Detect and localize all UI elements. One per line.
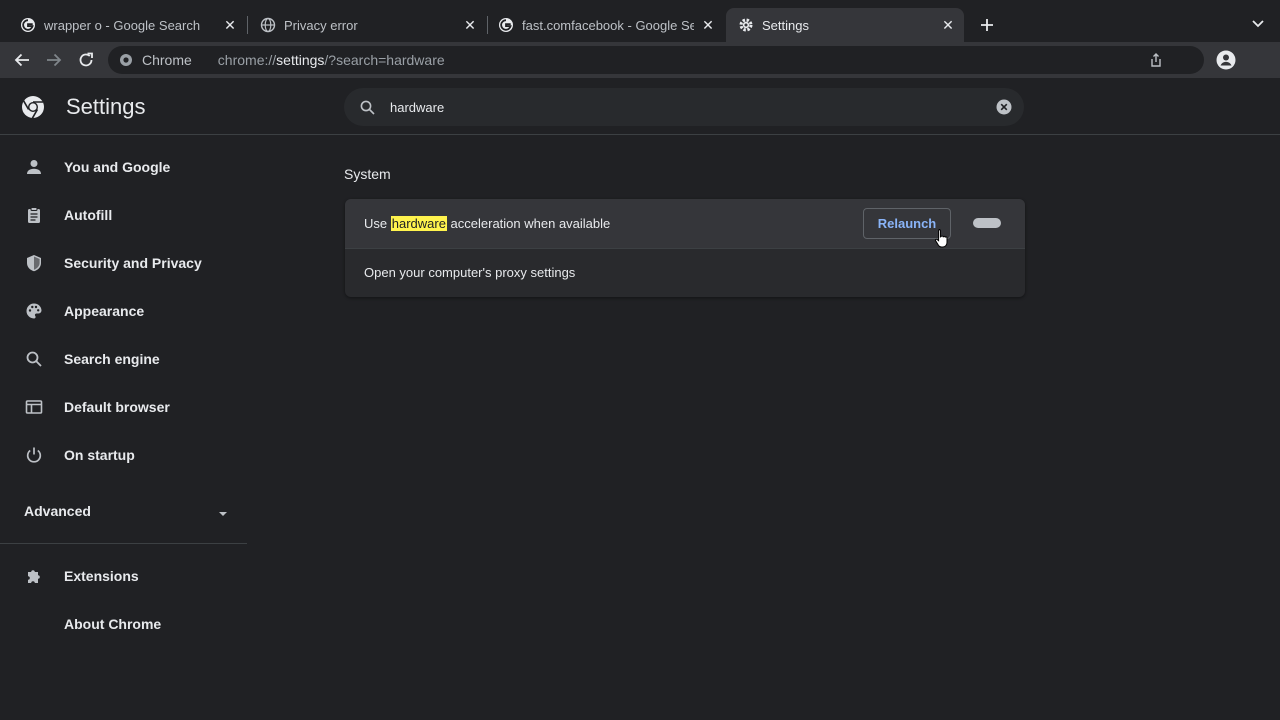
plus-icon <box>981 19 993 31</box>
sidebar-item-label: Search engine <box>64 351 160 367</box>
tab-strip: wrapper o - Google Search ✕ Privacy erro… <box>0 0 1280 44</box>
sidebar-item-about-chrome[interactable]: About Chrome <box>0 604 248 644</box>
url-text[interactable]: chrome://settings/?search=hardware <box>218 52 445 68</box>
sidebar-item-label: About Chrome <box>64 616 162 632</box>
browser-window-icon <box>24 397 44 417</box>
share-icon <box>1151 53 1161 67</box>
sidebar-item-extensions[interactable]: Extensions <box>0 556 248 596</box>
hardware-acceleration-row[interactable]: Use hardware acceleration when available… <box>345 199 1025 248</box>
toggle-track <box>973 218 1001 228</box>
arrow-right-icon <box>47 53 62 67</box>
sidebar-item-default-browser[interactable]: Default browser <box>0 387 248 427</box>
close-icon[interactable]: ✕ <box>222 17 238 33</box>
clipboard-icon <box>24 205 44 225</box>
google-g-icon <box>20 17 36 33</box>
search-highlight: hardware <box>390 216 447 231</box>
close-icon[interactable]: ✕ <box>940 17 956 33</box>
sidebar-item-appearance[interactable]: Appearance <box>0 291 248 331</box>
sidebar-item-label: Default browser <box>64 399 170 415</box>
sidebar-item-label: You and Google <box>64 159 171 175</box>
about-chrome-icon-slot <box>24 614 44 634</box>
browser-toolbar: Chrome chrome://settings/?search=hardwar… <box>0 42 1280 78</box>
page-title: Settings <box>66 94 146 119</box>
tab-title: wrapper o - Google Search <box>44 17 201 33</box>
settings-header: Settings <box>0 78 1280 135</box>
arrow-left-icon <box>14 53 29 67</box>
google-g-icon <box>498 17 514 33</box>
address-bar[interactable]: Chrome chrome://settings/?search=hardwar… <box>108 46 1204 74</box>
sidebar-item-label: Extensions <box>64 568 139 584</box>
share-button[interactable] <box>1148 52 1164 68</box>
tab-title: Privacy error <box>284 17 358 33</box>
close-icon[interactable]: ✕ <box>462 17 478 33</box>
settings-search[interactable] <box>344 88 1024 126</box>
puzzle-icon <box>24 566 44 586</box>
section-title-system: System <box>344 166 391 182</box>
tab-fast-facebook-search[interactable]: fast.comfacebook - Google Se ✕ <box>486 8 724 42</box>
palette-icon <box>24 301 44 321</box>
tab-title: Settings <box>762 17 809 33</box>
sidebar-advanced-toggle[interactable]: Advanced <box>0 491 248 531</box>
tab-search-button[interactable] <box>1246 12 1270 36</box>
gear-icon <box>738 17 754 33</box>
tab-privacy-error[interactable]: Privacy error ✕ <box>248 8 486 42</box>
person-icon <box>24 157 44 177</box>
hardware-acceleration-label: Use hardware acceleration when available <box>364 216 611 231</box>
sidebar-item-label: Autofill <box>64 207 113 223</box>
caret-down-icon <box>218 506 228 516</box>
sidebar-item-label: Security and Privacy <box>64 255 202 271</box>
sidebar-item-security-and-privacy[interactable]: Security and Privacy <box>0 243 248 283</box>
sidebar-item-autofill[interactable]: Autofill <box>0 195 248 235</box>
back-button[interactable] <box>10 48 34 72</box>
clear-search-icon[interactable] <box>996 99 1012 115</box>
proxy-settings-row[interactable]: Open your computer's proxy settings <box>345 248 1025 297</box>
new-tab-button[interactable] <box>974 12 1000 38</box>
sidebar-item-on-startup[interactable]: On startup <box>0 435 248 475</box>
system-settings-card: Use hardware acceleration when available… <box>345 199 1025 297</box>
sidebar-item-label: Advanced <box>24 503 91 519</box>
chrome-logo-icon <box>21 95 45 119</box>
tab-title: fast.comfacebook - Google Se <box>522 17 694 33</box>
tab-settings[interactable]: Settings ✕ <box>726 8 964 42</box>
relaunch-button[interactable]: Relaunch <box>863 208 951 239</box>
tab-wrapper-search[interactable]: wrapper o - Google Search ✕ <box>8 8 246 42</box>
sidebar-item-you-and-google[interactable]: You and Google <box>0 147 248 187</box>
search-icon <box>358 98 376 116</box>
settings-sidebar: You and Google Autofill Security and Pri… <box>0 136 248 720</box>
avatar-icon <box>1216 50 1236 70</box>
search-input[interactable] <box>390 99 970 115</box>
shield-icon <box>24 253 44 273</box>
reload-icon <box>79 52 93 67</box>
chrome-site-icon <box>118 52 134 68</box>
forward-button[interactable] <box>42 48 66 72</box>
hardware-acceleration-toggle[interactable] <box>973 216 1003 230</box>
sidebar-item-label: Appearance <box>64 303 145 319</box>
chevron-down-icon <box>1252 20 1264 28</box>
proxy-settings-label: Open your computer's proxy settings <box>364 265 576 280</box>
sidebar-divider <box>0 543 247 544</box>
site-chip: Chrome <box>142 52 192 68</box>
close-icon[interactable]: ✕ <box>700 17 716 33</box>
sidebar-item-search-engine[interactable]: Search engine <box>0 339 248 379</box>
search-icon <box>24 349 44 369</box>
globe-icon <box>260 17 276 33</box>
power-icon <box>24 445 44 465</box>
sidebar-item-label: On startup <box>64 447 135 463</box>
profile-button[interactable] <box>1214 48 1238 72</box>
reload-button[interactable] <box>74 48 98 72</box>
